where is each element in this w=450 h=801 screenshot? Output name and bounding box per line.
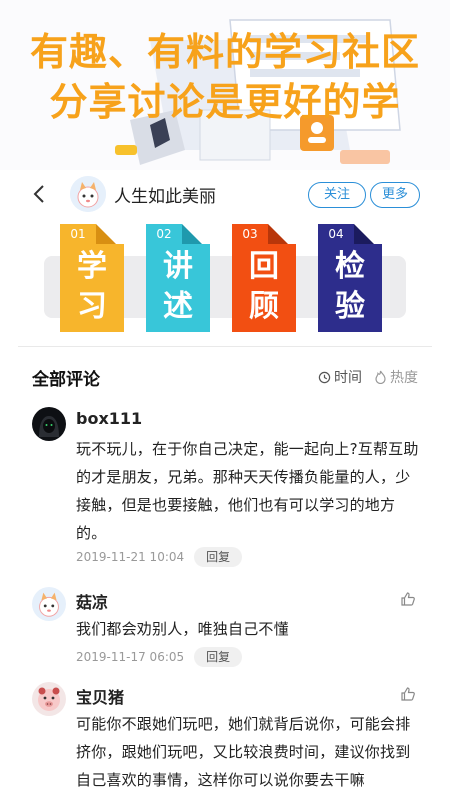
card-char: 述 [163, 289, 193, 324]
comments-section: 全部评论 时间 热度 box111 玩不玩儿，在于你自己决定，能一起向上?互帮互… [18, 346, 432, 801]
comment-text: 可能你不跟她们玩吧，她们就背后说你，可能会排挤你，跟她们玩吧，又比较浪费时间，建… [76, 715, 411, 789]
card-char: 验 [335, 289, 365, 324]
comment-text: 我们都会劝别人，唯独自己不懂 [76, 620, 289, 638]
comment-item: box111 玩不玩儿，在于你自己决定，能一起向上?互帮互助的才是朋友，兄弟。那… [32, 407, 422, 577]
author-name[interactable]: 人生如此美丽 [114, 182, 216, 207]
thumbs-up-icon[interactable] [400, 686, 416, 702]
author-avatar[interactable] [70, 176, 106, 212]
card-explain: 02 讲 述 [146, 224, 210, 332]
card-char: 习 [77, 289, 107, 324]
flame-icon [375, 370, 386, 384]
commenter-avatar[interactable] [32, 682, 66, 716]
reply-button[interactable]: 回复 [194, 547, 243, 567]
comment-text: 玩不玩儿，在于你自己决定，能一起向上?互帮互助的才是朋友，兄弟。那种天天传播负能… [76, 440, 419, 542]
commenter-name[interactable]: 菇凉 [76, 589, 108, 613]
clock-icon [318, 371, 331, 383]
learning-method-cards: 01 学 习 02 讲 述 03 回 顾 04 检 验 [20, 218, 430, 343]
more-button[interactable]: 更多 [370, 182, 420, 208]
card-number: 04 [318, 224, 354, 244]
sort-by-hot[interactable]: 热度 [374, 367, 418, 387]
back-button[interactable] [28, 180, 50, 208]
sort-by-time[interactable]: 时间 [318, 367, 362, 387]
pig-avatar-icon [32, 682, 66, 716]
card-char: 讲 [163, 249, 193, 284]
card-number: 01 [60, 224, 96, 244]
comment-time: 2019-11-21 10:04 [76, 550, 185, 564]
card-char: 回 [249, 249, 279, 284]
commenter-avatar[interactable] [32, 407, 66, 441]
card-char: 检 [335, 249, 365, 284]
banner-headline-2: 分享讨论是更好的学 [49, 80, 401, 124]
card-review: 03 回 顾 [232, 224, 296, 332]
commenter-avatar[interactable] [32, 587, 66, 621]
card-char: 学 [77, 249, 107, 284]
banner-headline-1: 有趣、有料的学习社区 [29, 30, 420, 74]
thumbs-up-icon[interactable] [400, 591, 416, 607]
chevron-left-icon [33, 185, 44, 203]
card-test: 04 检 验 [318, 224, 382, 332]
follow-button[interactable]: 关注 [308, 182, 366, 208]
sort-hot-label: 热度 [390, 370, 418, 386]
comment-meta: 2019-11-21 10:04 回复 [76, 547, 243, 567]
commenter-name[interactable]: 宝贝猪 [76, 684, 124, 708]
commenter-name[interactable]: box111 [76, 409, 142, 428]
cat-avatar-icon [32, 587, 66, 621]
comment-time: 2019-11-17 06:05 [76, 650, 185, 664]
article-header: 人生如此美丽 关注 更多 [0, 170, 450, 218]
card-char: 顾 [249, 289, 279, 324]
card-learn: 01 学 习 [60, 224, 124, 332]
card-number: 03 [232, 224, 268, 244]
reply-button[interactable]: 回复 [194, 647, 243, 667]
comment-item: 宝贝猪 可能你不跟她们玩吧，她们就背后说你，可能会排挤你，跟她们玩吧，又比较浪费… [32, 682, 422, 801]
hacker-avatar-icon [32, 407, 66, 441]
card-number: 02 [146, 224, 182, 244]
promo-banner: 有趣、有料的学习社区 分享讨论是更好的学 [0, 0, 450, 170]
sort-time-label: 时间 [334, 370, 362, 386]
comment-item: 菇凉 我们都会劝别人，唯独自己不懂 2019-11-17 06:05 回复 [32, 587, 422, 667]
comment-meta: 2019-11-17 06:05 回复 [76, 647, 243, 667]
cat-avatar-icon [70, 176, 106, 212]
comments-title: 全部评论 [32, 370, 100, 390]
